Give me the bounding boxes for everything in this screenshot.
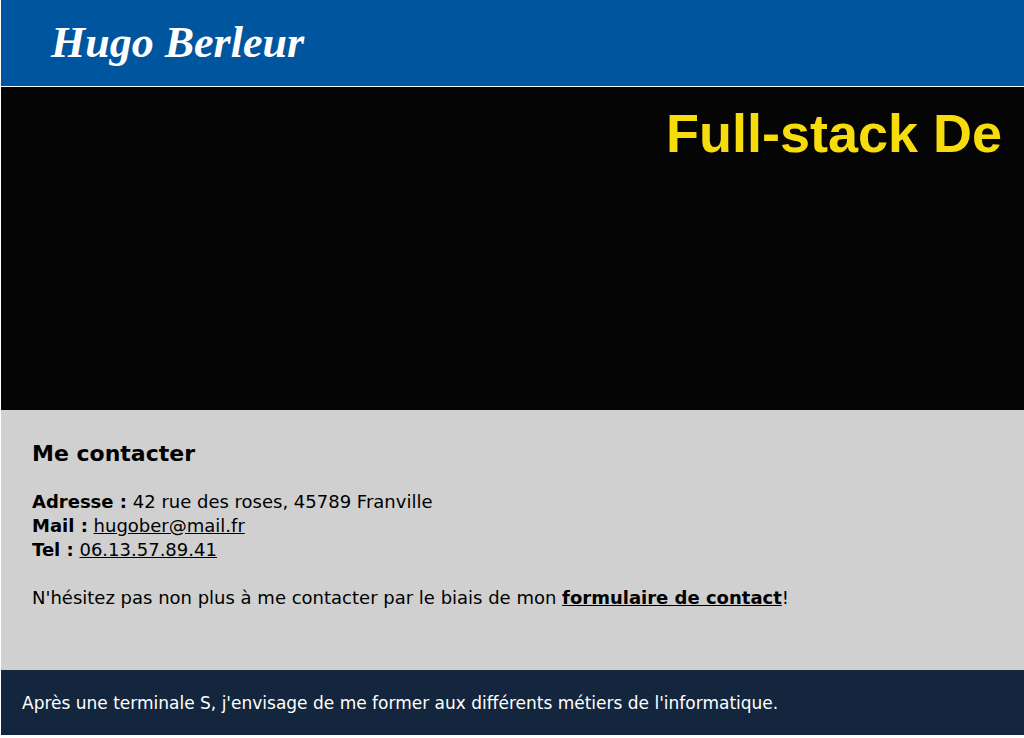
site-header: Hugo Berleur xyxy=(1,0,1024,87)
contact-value: 42 rue des roses, 45789 Franville xyxy=(133,491,433,512)
contact-line: Adresse : 42 rue des roses, 45789 Franvi… xyxy=(32,490,1024,514)
contact-message: N'hésitez pas non plus à me contacter pa… xyxy=(32,586,1024,610)
footer-text: Après une terminale S, j'envisage de me … xyxy=(22,691,778,715)
contact-line: Tel : 06.13.57.89.41 xyxy=(32,538,1024,562)
contact-heading: Me contacter xyxy=(32,440,1024,468)
contact-link[interactable]: hugober@mail.fr xyxy=(94,515,245,536)
contact-label: Adresse : xyxy=(32,491,127,512)
contact-section: Me contacter Adresse : 42 rue des roses, … xyxy=(1,410,1024,670)
contact-form-link[interactable]: formulaire de contact xyxy=(562,587,782,608)
site-footer: Après une terminale S, j'envisage de me … xyxy=(1,670,1024,735)
site-title[interactable]: Hugo Berleur xyxy=(51,21,304,65)
contact-details: Adresse : 42 rue des roses, 45789 Franvi… xyxy=(32,490,1024,562)
contact-label: Mail : xyxy=(32,515,88,536)
contact-label: Tel : xyxy=(32,539,74,560)
page: Hugo Berleur Full-stack De Me contacter Adr… xyxy=(0,0,1024,738)
hero-title: Full-stack De xyxy=(666,101,1024,410)
contact-link[interactable]: 06.13.57.89.41 xyxy=(79,539,216,560)
contact-line: Mail : hugober@mail.fr xyxy=(32,514,1024,538)
hero-banner: Full-stack De xyxy=(1,87,1024,410)
